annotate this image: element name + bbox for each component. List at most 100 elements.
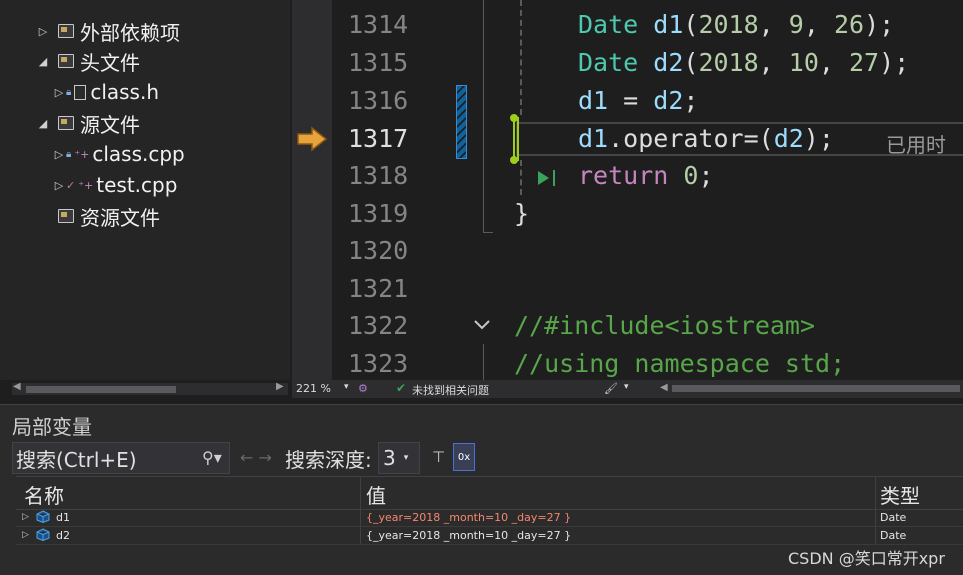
code-line-1316: d1 = d2; xyxy=(578,86,699,115)
locals-grid-header xyxy=(16,476,963,510)
filter-folder-icon xyxy=(58,209,74,223)
cpp-file-icon: ⁺+ xyxy=(78,178,94,192)
code-line-1315: Date d2(2018, 10, 27); xyxy=(578,48,910,77)
run-to-click-icon[interactable] xyxy=(536,168,560,188)
line-number: 1321 xyxy=(348,274,409,303)
current-statement-arrow-icon xyxy=(297,126,328,152)
tree-item-label: test.cpp xyxy=(96,173,178,197)
expand-arrow-icon[interactable]: ▷ xyxy=(22,512,29,522)
text-caret-handle[interactable] xyxy=(513,117,519,161)
object-cube-icon xyxy=(36,528,50,541)
scroll-right-icon[interactable]: ▶ xyxy=(276,381,284,392)
tree-item-header-files[interactable]: ◢ 头文件 xyxy=(36,46,140,76)
scope-guide xyxy=(483,0,484,233)
watermark-text: CSDN @笑口常开xpr xyxy=(788,549,945,568)
variable-value-changed[interactable]: {_year=2018 _month=10 _day=27 } xyxy=(366,511,571,524)
tree-item-resource-files[interactable]: 资源文件 xyxy=(36,201,160,231)
expand-arrow-icon[interactable]: ▷ xyxy=(22,530,29,540)
expand-arrow-icon[interactable]: ▷ xyxy=(52,179,66,192)
line-number: 1315 xyxy=(348,48,409,77)
locals-row-d1[interactable]: ▷ d1 {_year=2018 _month=10 _day=27 } Dat… xyxy=(16,509,963,527)
code-line-1317: d1.operator=(d2); xyxy=(578,124,834,153)
filter-folder-icon xyxy=(58,24,74,38)
object-cube-icon xyxy=(36,510,50,523)
search-icon[interactable]: ⚲▾ xyxy=(202,448,222,467)
zoom-level[interactable]: 221 % xyxy=(296,382,331,395)
code-line-1314: Date d1(2018, 9, 26); xyxy=(578,10,895,39)
lock-icon: 🔒︎ xyxy=(66,148,72,160)
search-depth-label: 搜索深度: xyxy=(285,448,372,472)
cleanup-dropdown-icon[interactable]: ▾ xyxy=(624,382,629,392)
tree-item-source-files[interactable]: ◢ 源文件 xyxy=(36,108,140,138)
caret-dot xyxy=(510,156,518,164)
explorer-scroll-thumb[interactable] xyxy=(26,386,176,393)
fold-chevron-icon[interactable] xyxy=(472,314,492,334)
variable-type: Date xyxy=(880,511,907,524)
tree-item-label: class.cpp xyxy=(92,142,185,166)
code-cleanup-brush-icon[interactable]: 🖌︎ xyxy=(604,382,618,395)
locals-search-input[interactable]: 搜索(Ctrl+E) xyxy=(12,442,230,474)
tree-item-class-h[interactable]: ▷ 🔒︎ class.h xyxy=(52,77,159,107)
column-header-value[interactable]: 值 xyxy=(366,480,386,509)
modified-check-icon: ✓ xyxy=(66,178,76,192)
issues-status[interactable]: 未找到相关问题 xyxy=(412,382,489,398)
variable-name: d1 xyxy=(56,511,70,524)
expand-arrow-icon[interactable]: ▷ xyxy=(52,148,66,161)
line-number: 1322 xyxy=(348,311,409,340)
column-header-name[interactable]: 名称 xyxy=(24,480,64,509)
lock-icon: 🔒︎ xyxy=(66,86,72,98)
zoom-dropdown-icon[interactable]: ▾ xyxy=(344,382,349,392)
header-file-icon xyxy=(74,84,87,100)
search-depth-value: 3 xyxy=(383,446,396,470)
collapse-arrow-icon[interactable]: ◢ xyxy=(36,55,50,68)
breakpoint-margin[interactable] xyxy=(292,0,332,380)
tree-item-label: 外部依赖项 xyxy=(80,20,180,45)
locals-row-d2[interactable]: ▷ d2 {_year=2018 _month=10 _day=27 } Dat… xyxy=(16,527,963,545)
variable-name: d2 xyxy=(56,529,70,542)
code-line-1318: return 0; xyxy=(578,161,714,190)
expand-arrow-icon[interactable]: ▷ xyxy=(52,86,66,99)
tree-item-test-cpp[interactable]: ▷ ✓ ⁺+ test.cpp xyxy=(52,170,178,200)
change-tracking-bar xyxy=(456,85,467,159)
tree-item-label: 源文件 xyxy=(80,112,140,137)
code-line-1319: } xyxy=(514,199,530,228)
pin-icon[interactable]: ⊤ xyxy=(432,448,445,466)
tree-item-label: 资源文件 xyxy=(80,205,160,230)
perf-tip-elapsed[interactable]: 已用时 xyxy=(886,129,963,158)
code-line-1323: //using namespace std; xyxy=(514,349,846,378)
search-nav-arrows-icon[interactable]: ← → xyxy=(240,448,272,467)
column-header-type[interactable]: 类型 xyxy=(880,480,920,509)
line-number: 1318 xyxy=(348,161,409,190)
tree-item-label: 头文件 xyxy=(80,50,140,75)
search-depth-select[interactable]: 3 ▾ xyxy=(378,442,420,474)
cpp-file-icon: ⁺+ xyxy=(74,147,90,161)
indent-guide xyxy=(520,0,522,115)
locals-title: 局部变量 xyxy=(12,415,92,439)
editor-scroll-thumb[interactable] xyxy=(672,385,960,392)
scroll-left-icon[interactable]: ◀ xyxy=(660,382,668,393)
tree-item-external-deps[interactable]: ▷ 外部依赖项 xyxy=(36,16,180,46)
scope-guide-end xyxy=(483,232,493,233)
collapse-arrow-icon[interactable]: ◢ xyxy=(36,117,50,130)
variable-value[interactable]: {_year=2018 _month=10 _day=27 } xyxy=(366,529,571,542)
scope-guide xyxy=(483,344,484,380)
caret-dot xyxy=(510,114,518,122)
line-number-current: 1317 xyxy=(348,124,409,153)
filter-folder-icon xyxy=(58,116,74,130)
chevron-down-icon: ▾ xyxy=(403,453,409,463)
code-line-1322: //#include<iostream> xyxy=(514,311,816,340)
scroll-left-icon[interactable]: ◀ xyxy=(13,381,21,392)
filter-folder-icon xyxy=(58,54,74,68)
hexadecimal-toggle-icon[interactable]: 0x xyxy=(453,443,475,471)
search-placeholder: 搜索(Ctrl+E) xyxy=(16,447,137,472)
line-number: 1316 xyxy=(348,86,409,115)
expand-arrow-icon[interactable]: ▷ xyxy=(36,25,50,38)
tree-item-label: class.h xyxy=(90,80,160,104)
line-number: 1314 xyxy=(348,10,409,39)
tree-item-class-cpp[interactable]: ▷ 🔒︎ ⁺+ class.cpp xyxy=(52,139,185,169)
intellicode-icon[interactable]: ⚙︎ xyxy=(358,382,368,395)
line-number: 1319 xyxy=(348,199,409,228)
no-issues-check-icon: ✔︎ xyxy=(396,381,407,395)
variable-type: Date xyxy=(880,529,907,542)
line-number: 1320 xyxy=(348,236,409,265)
